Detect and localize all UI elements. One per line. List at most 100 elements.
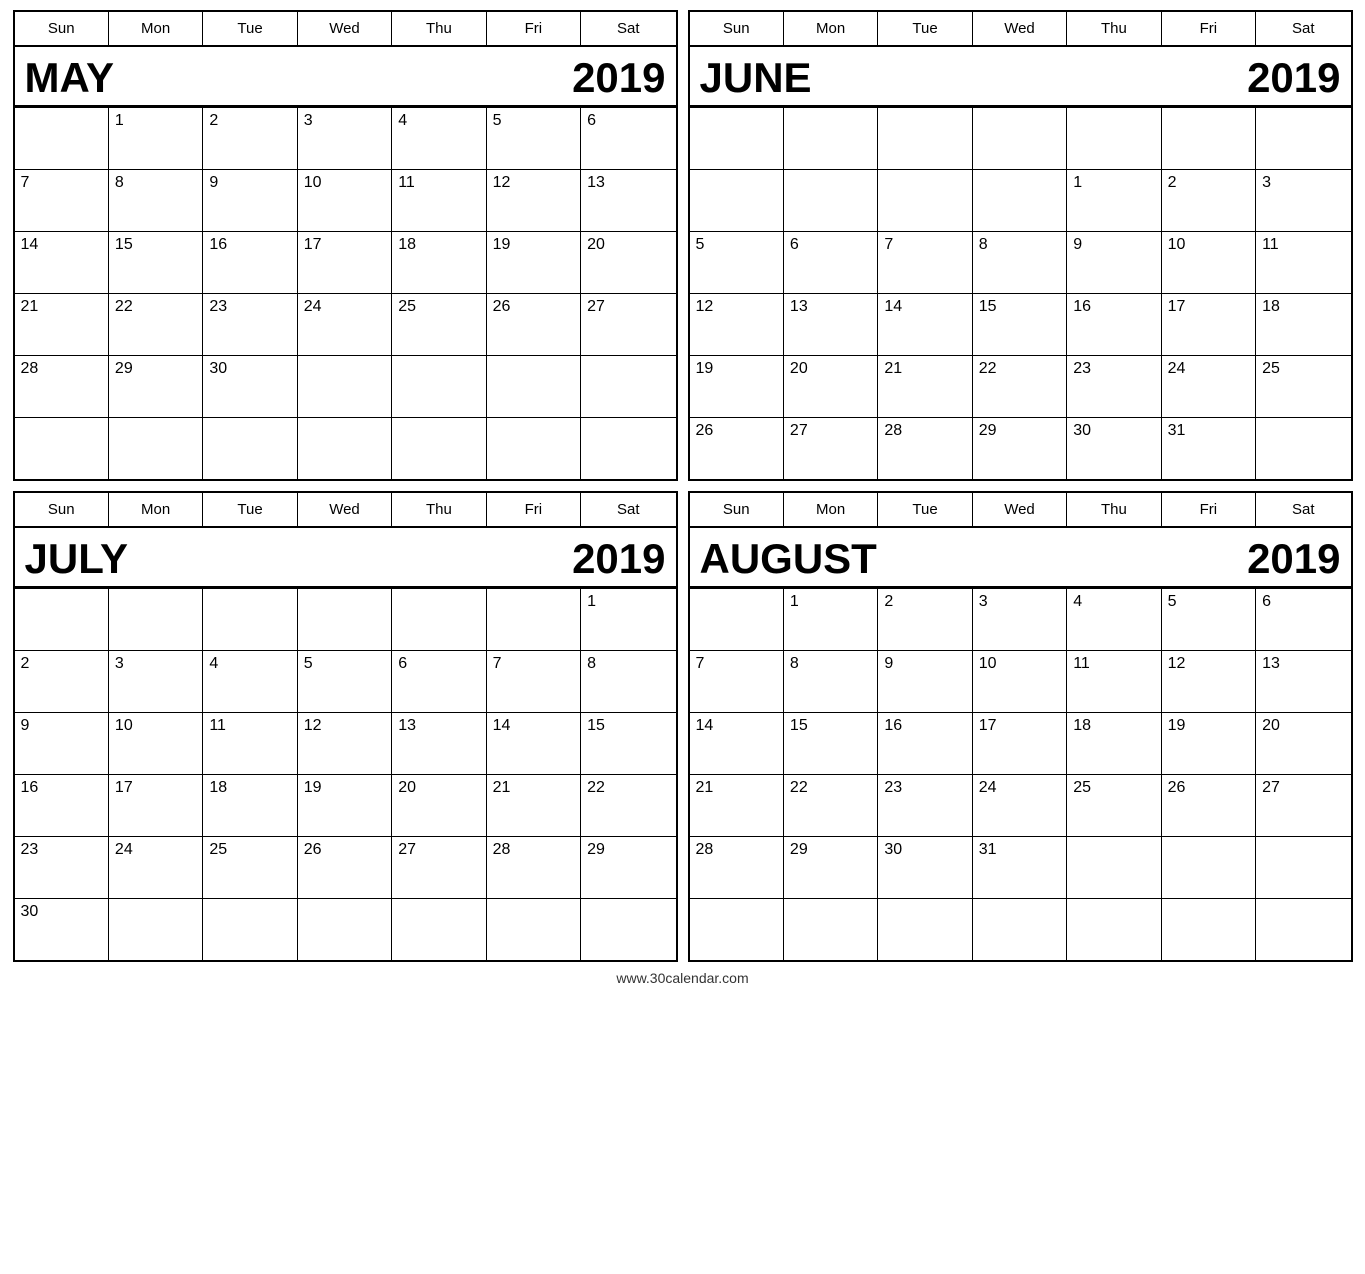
july-2019-day-cell: 11 (203, 712, 297, 774)
july-2019-dow-tue: Tue (203, 493, 297, 526)
june-2019-day-cell: 14 (878, 293, 972, 355)
august-2019-day-cell (690, 588, 784, 650)
july-2019-day-cell (392, 588, 486, 650)
june-2019-dow-fri: Fri (1162, 12, 1256, 45)
june-2019-day-cell (690, 169, 784, 231)
july-2019-day-cell: 29 (581, 836, 675, 898)
calendar-grid: SunMonTueWedThuFriSatMAY2019123456789101… (13, 10, 1353, 962)
may-2019-day-cell: 2 (203, 107, 297, 169)
june-2019-day-cell: 19 (690, 355, 784, 417)
may-2019-day-cell: 17 (298, 231, 392, 293)
august-2019-day-cell (784, 898, 878, 960)
august-2019-dow-sat: Sat (1256, 493, 1350, 526)
june-2019-day-cell (1256, 107, 1350, 169)
august-2019-day-cell (1067, 898, 1161, 960)
june-2019-day-cell: 27 (784, 417, 878, 479)
may-2019-day-cell: 12 (487, 169, 581, 231)
august-2019-day-cell: 10 (973, 650, 1067, 712)
july-2019-month-name: JULY (25, 538, 129, 580)
may-2019-day-cell: 1 (109, 107, 203, 169)
june-2019-day-cell: 15 (973, 293, 1067, 355)
august-2019-day-cell: 4 (1067, 588, 1161, 650)
june-2019-day-cell (973, 169, 1067, 231)
august-2019-day-cell: 22 (784, 774, 878, 836)
august-2019-day-cell: 1 (784, 588, 878, 650)
july-2019-day-cell (203, 898, 297, 960)
june-2019-day-cell: 1 (1067, 169, 1161, 231)
may-2019-dow-wed: Wed (298, 12, 392, 45)
may-2019-dow-fri: Fri (487, 12, 581, 45)
may-2019-day-cell: 5 (487, 107, 581, 169)
may-2019-day-cell: 6 (581, 107, 675, 169)
calendar-august-2019: SunMonTueWedThuFriSatAUGUST2019123456789… (688, 491, 1353, 962)
may-2019-day-cell: 7 (15, 169, 109, 231)
may-2019-day-cell: 14 (15, 231, 109, 293)
june-2019-days-grid: 1235678910111213141516171819202122232425… (690, 107, 1351, 479)
may-2019-day-cell: 11 (392, 169, 486, 231)
june-2019-day-cell: 7 (878, 231, 972, 293)
august-2019-dow-tue: Tue (878, 493, 972, 526)
may-2019-day-cell: 8 (109, 169, 203, 231)
calendar-july-2019: SunMonTueWedThuFriSatJULY201912345678910… (13, 491, 678, 962)
august-2019-day-cell: 27 (1256, 774, 1350, 836)
june-2019-day-cell: 16 (1067, 293, 1161, 355)
june-2019-dow-sat: Sat (1256, 12, 1350, 45)
may-2019-day-cell: 21 (15, 293, 109, 355)
may-2019-day-cell: 13 (581, 169, 675, 231)
july-2019-day-cell (15, 588, 109, 650)
june-2019-day-cell: 3 (1256, 169, 1350, 231)
june-2019-dow-sun: Sun (690, 12, 784, 45)
june-2019-dow-mon: Mon (784, 12, 878, 45)
june-2019-day-cell (1162, 107, 1256, 169)
august-2019-day-cell: 15 (784, 712, 878, 774)
june-2019-day-cell (878, 169, 972, 231)
august-2019-day-cell: 28 (690, 836, 784, 898)
august-2019-dow-mon: Mon (784, 493, 878, 526)
july-2019-dow-mon: Mon (109, 493, 203, 526)
may-2019-dow-thu: Thu (392, 12, 486, 45)
july-2019-day-cell: 27 (392, 836, 486, 898)
august-2019-day-cell: 21 (690, 774, 784, 836)
august-2019-day-cell (878, 898, 972, 960)
june-2019-day-cell: 24 (1162, 355, 1256, 417)
june-2019-day-cell: 2 (1162, 169, 1256, 231)
may-2019-day-cell (298, 355, 392, 417)
august-2019-day-cell (1256, 898, 1350, 960)
july-2019-day-cell: 24 (109, 836, 203, 898)
may-2019-day-cell: 10 (298, 169, 392, 231)
august-2019-dow-sun: Sun (690, 493, 784, 526)
july-2019-day-cell (581, 898, 675, 960)
june-2019-dow-wed: Wed (973, 12, 1067, 45)
may-2019-day-cell: 20 (581, 231, 675, 293)
june-2019-day-cell: 28 (878, 417, 972, 479)
june-2019-day-cell: 18 (1256, 293, 1350, 355)
july-2019-day-cell (487, 898, 581, 960)
june-2019-month-name: JUNE (700, 57, 812, 99)
august-2019-day-cell: 30 (878, 836, 972, 898)
june-2019-day-cell (690, 107, 784, 169)
august-2019-day-cell (690, 898, 784, 960)
june-2019-day-cell: 23 (1067, 355, 1161, 417)
may-2019-year: 2019 (572, 57, 665, 99)
june-2019-day-cell (878, 107, 972, 169)
footer-text: www.30calendar.com (616, 970, 748, 986)
may-2019-month-name: MAY (25, 57, 114, 99)
june-2019-day-cell (1256, 417, 1350, 479)
july-2019-day-cell: 5 (298, 650, 392, 712)
june-2019-day-cell (973, 107, 1067, 169)
august-2019-dow-wed: Wed (973, 493, 1067, 526)
august-2019-dow-thu: Thu (1067, 493, 1161, 526)
july-2019-day-cell: 15 (581, 712, 675, 774)
june-2019-dow-thu: Thu (1067, 12, 1161, 45)
july-2019-day-cell: 20 (392, 774, 486, 836)
may-2019-dow-tue: Tue (203, 12, 297, 45)
may-2019-days-grid: 1234567891011121314151617181920212223242… (15, 107, 676, 479)
june-2019-day-cell: 31 (1162, 417, 1256, 479)
june-2019-day-cell: 11 (1256, 231, 1350, 293)
august-2019-day-cell: 24 (973, 774, 1067, 836)
august-2019-day-cell (1162, 898, 1256, 960)
august-2019-year: 2019 (1247, 538, 1340, 580)
may-2019-day-cell: 3 (298, 107, 392, 169)
august-2019-day-cell: 12 (1162, 650, 1256, 712)
july-2019-day-cell: 3 (109, 650, 203, 712)
